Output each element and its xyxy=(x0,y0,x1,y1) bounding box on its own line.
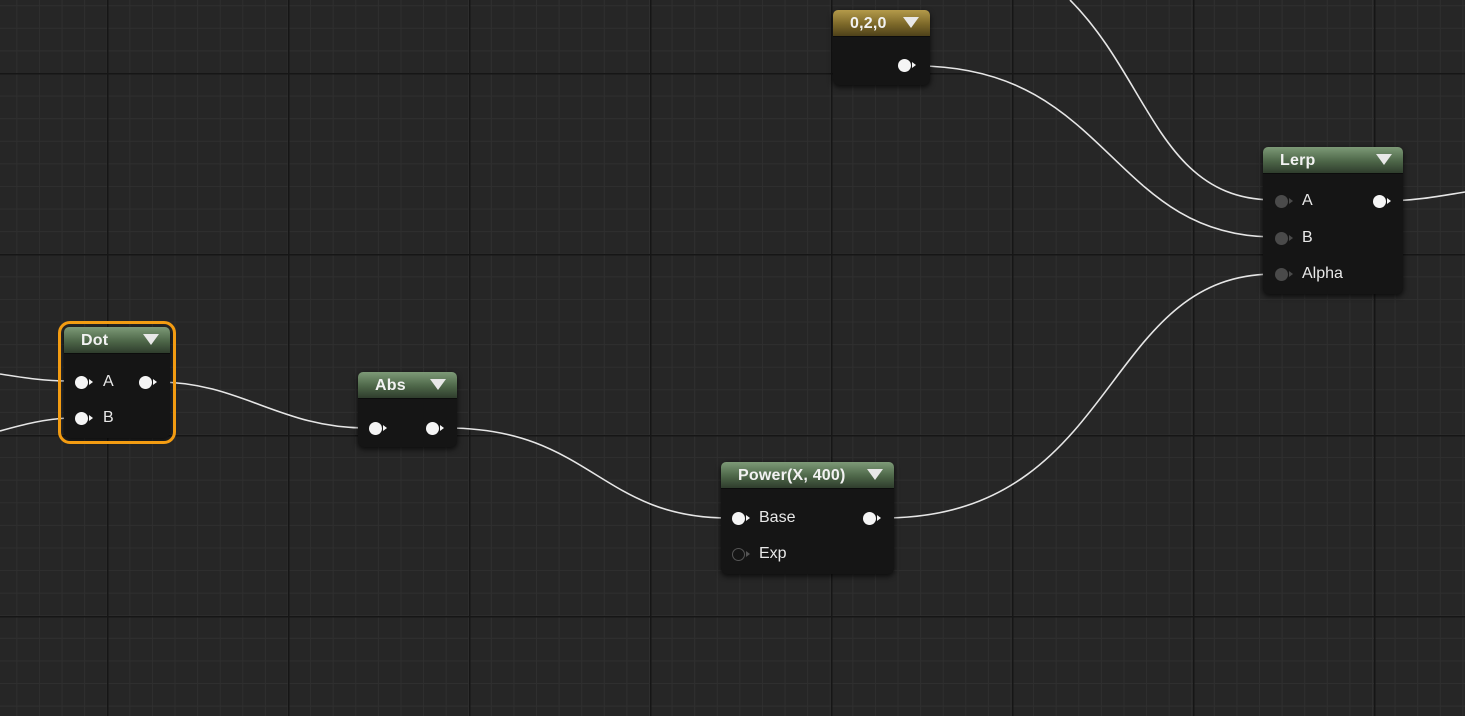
collapse-arrow-icon[interactable] xyxy=(1376,154,1392,165)
input-pin-alpha-icon[interactable] xyxy=(1275,268,1293,281)
abs-node[interactable]: Abs xyxy=(358,372,457,447)
collapse-arrow-icon[interactable] xyxy=(903,17,919,28)
output-pin-icon[interactable] xyxy=(426,422,444,435)
wire-dot-to-abs xyxy=(157,381,367,429)
pin-label-base: Base xyxy=(759,509,796,526)
node-header[interactable]: Lerp xyxy=(1263,147,1403,174)
node-header[interactable]: Dot xyxy=(64,327,170,354)
input-pin-a-icon[interactable] xyxy=(75,376,93,389)
input-pin-base-icon[interactable] xyxy=(732,512,750,525)
input-pin-icon[interactable] xyxy=(369,422,387,435)
pin-label-a: A xyxy=(1302,192,1313,209)
output-pin-icon[interactable] xyxy=(898,59,916,72)
node-title: Lerp xyxy=(1280,152,1316,169)
node-title: Power(X, 400) xyxy=(738,467,846,484)
wires-layer xyxy=(0,0,1465,519)
node-title: Abs xyxy=(375,377,406,394)
wire-constant-to-lerp-b xyxy=(916,65,1275,238)
output-pin-icon[interactable] xyxy=(863,512,881,525)
pin-label-b: B xyxy=(1302,229,1313,246)
material-graph-canvas[interactable]: 0,2,0 Lerp A B Alpha Dot A B Abs Power(X… xyxy=(0,0,1465,716)
collapse-arrow-icon[interactable] xyxy=(143,334,159,345)
pin-label-a: A xyxy=(103,373,114,390)
input-pin-b-icon[interactable] xyxy=(1275,232,1293,245)
collapse-arrow-icon[interactable] xyxy=(867,469,883,480)
wire-input-to-dot-b xyxy=(0,417,70,432)
output-pin-icon[interactable] xyxy=(1373,195,1391,208)
power-node[interactable]: Power(X, 400) Base Exp xyxy=(721,462,894,574)
lerp-node[interactable]: Lerp A B Alpha xyxy=(1263,147,1403,294)
node-title: Dot xyxy=(81,332,109,349)
input-pin-a-icon[interactable] xyxy=(1275,195,1293,208)
wire-power-to-lerp-alpha xyxy=(882,273,1275,519)
wire-offscreen-to-lerp-a xyxy=(1069,0,1275,201)
node-header[interactable]: Abs xyxy=(358,372,457,399)
input-pin-exp-icon[interactable] xyxy=(732,548,750,561)
output-pin-icon[interactable] xyxy=(139,376,157,389)
node-title: 0,2,0 xyxy=(850,15,887,32)
dot-node[interactable]: Dot A B xyxy=(58,321,176,444)
node-header[interactable]: 0,2,0 xyxy=(833,10,930,37)
node-header[interactable]: Power(X, 400) xyxy=(721,462,894,489)
wire-abs-to-power xyxy=(446,427,729,519)
pin-label-exp: Exp xyxy=(759,545,787,562)
pin-label-alpha: Alpha xyxy=(1302,265,1343,282)
input-pin-b-icon[interactable] xyxy=(75,412,93,425)
constant-node[interactable]: 0,2,0 xyxy=(833,10,930,85)
pin-label-b: B xyxy=(103,409,114,426)
collapse-arrow-icon[interactable] xyxy=(430,379,446,390)
wire-input-to-dot-a xyxy=(0,373,70,382)
